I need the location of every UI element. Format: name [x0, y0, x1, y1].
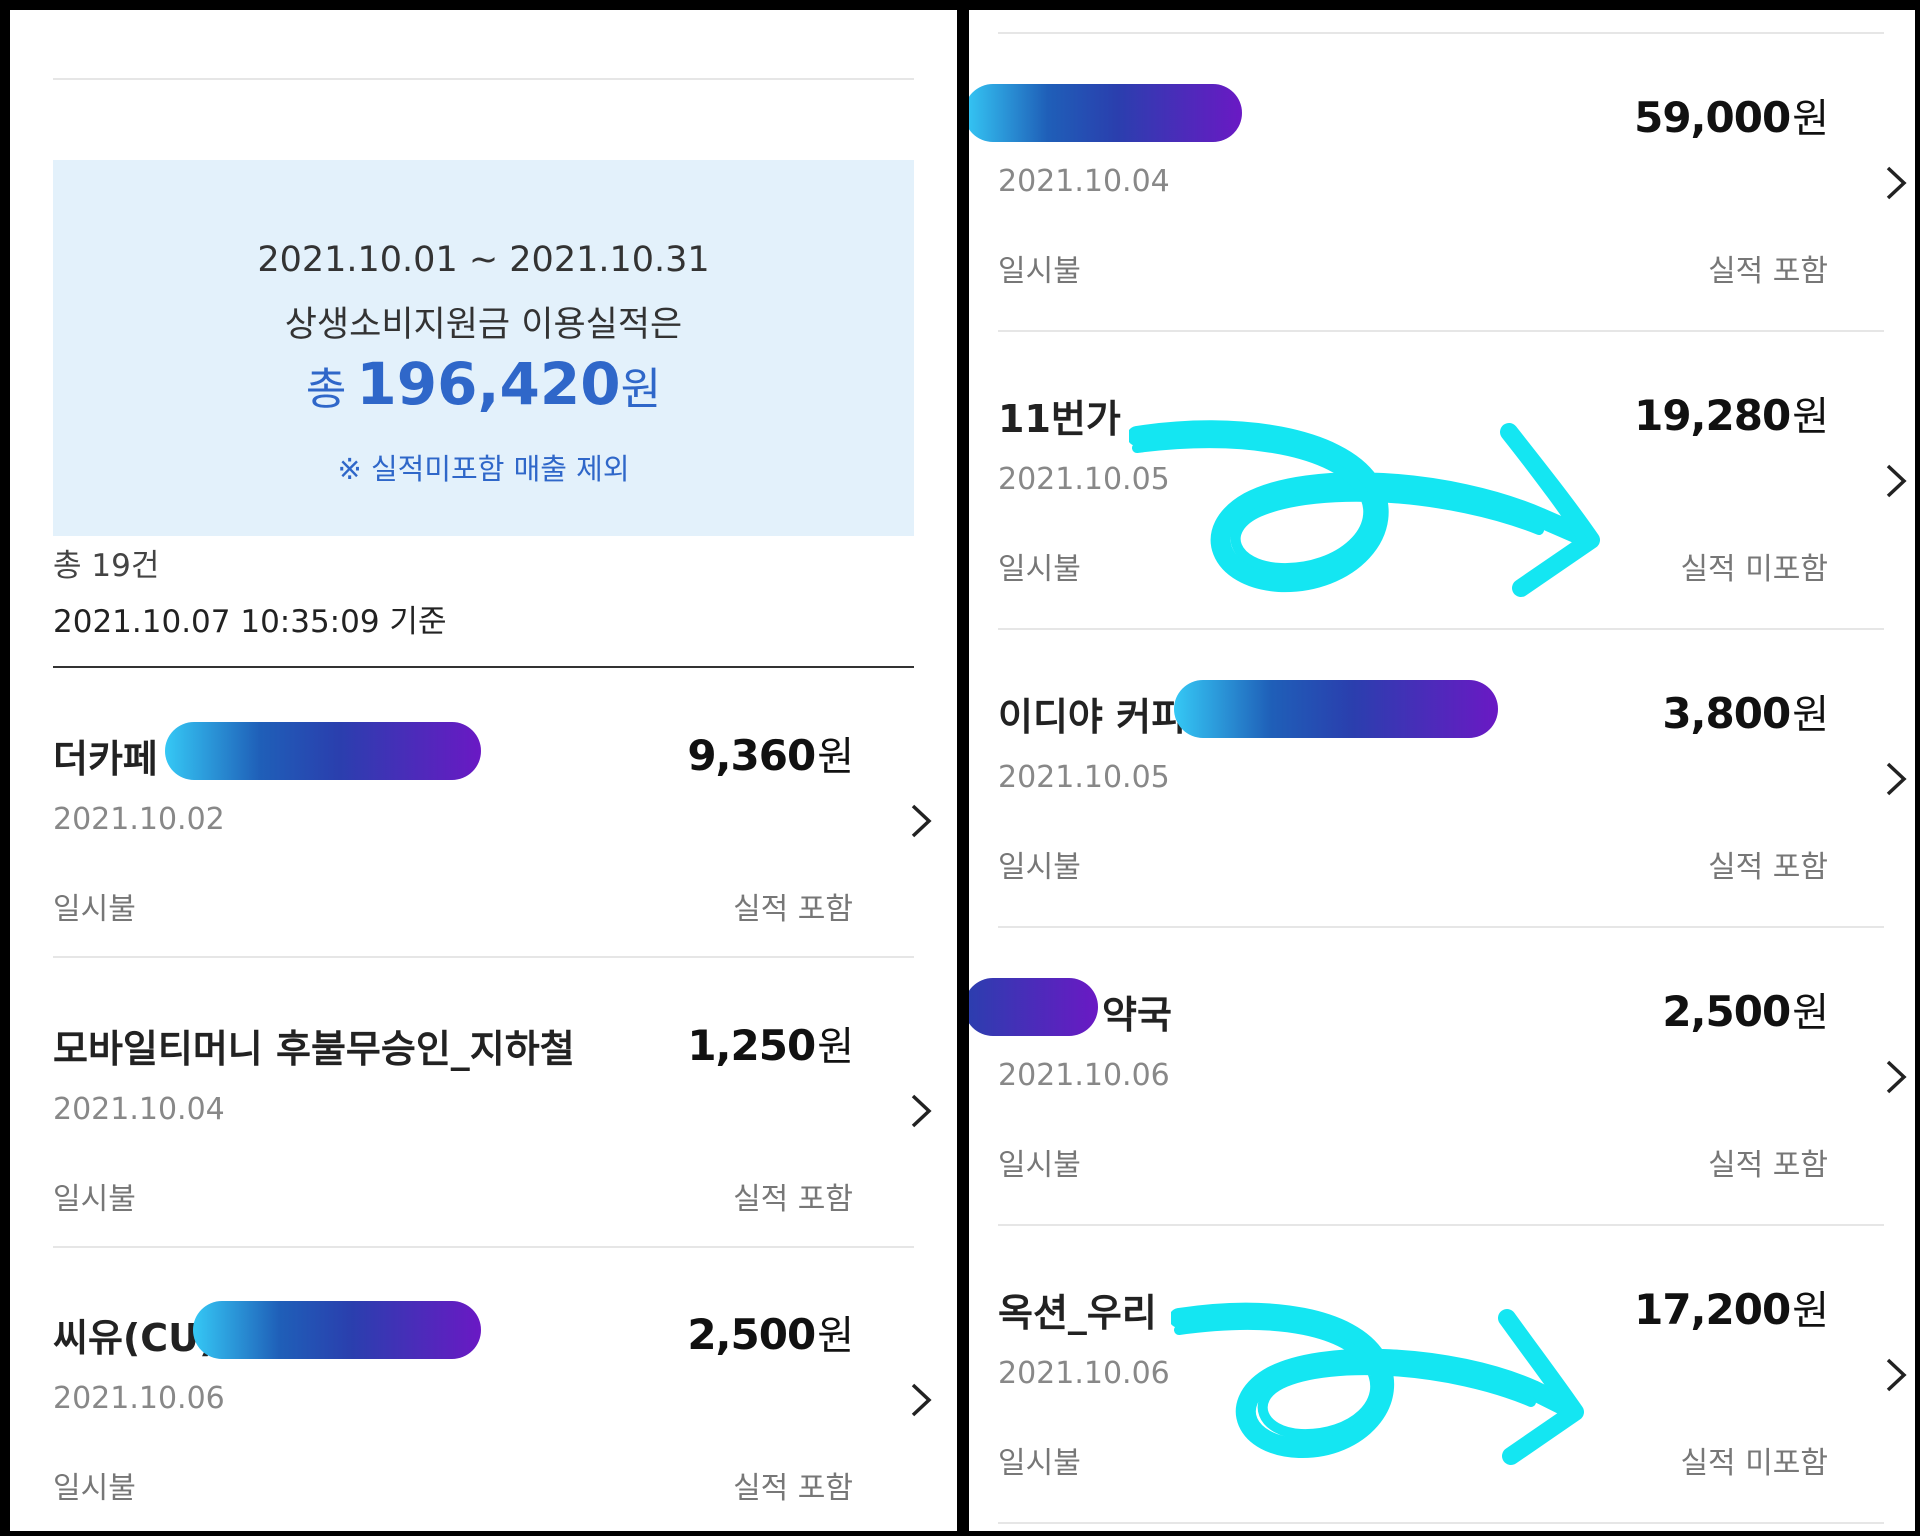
- merchant-name: 이디야 커피: [998, 695, 1187, 739]
- amount: 2,500원: [1428, 980, 1829, 1038]
- performance-status: 실적 포함: [1708, 254, 1828, 289]
- chevron-right-icon[interactable]: [1876, 460, 1915, 502]
- total-currency: 원: [620, 364, 662, 415]
- transaction-date: 2021.10.06: [998, 1356, 1170, 1391]
- merchant-name: 옥션_우리: [998, 1291, 1157, 1335]
- list-header-divider: [53, 666, 914, 668]
- merchant-name: 11번가: [998, 397, 1121, 441]
- amount-value: 59,000: [1634, 93, 1791, 142]
- amount-value: 3,800: [1662, 689, 1791, 738]
- transaction-date: 2021.10.06: [998, 1058, 1170, 1093]
- item-divider: [998, 926, 1884, 928]
- performance-status: 실적 미포함: [1680, 552, 1828, 587]
- amount-value: 2,500: [687, 1310, 816, 1359]
- transaction-item[interactable]: 옥션_우리 17,200원 2021.10.06 일시불 실적 미포함: [998, 1282, 1907, 1482]
- item-divider: [998, 1224, 1884, 1226]
- payment-type: 일시불: [998, 1148, 1081, 1183]
- amount: 17,200원: [1428, 1278, 1829, 1336]
- transaction-date: 2021.10.06: [53, 1381, 225, 1416]
- amount-value: 1,250: [687, 1021, 816, 1070]
- amount-currency: 원: [1792, 692, 1829, 738]
- amount-currency: 원: [817, 1313, 854, 1359]
- transaction-date: 2021.10.05: [998, 760, 1170, 795]
- amount: 2,500원: [453, 1303, 854, 1361]
- transaction-item[interactable]: 이디야 커피 3,800원 2021.10.05 일시불 실적 포함: [998, 680, 1907, 886]
- item-divider: [998, 330, 1884, 332]
- chevron-right-icon[interactable]: [1876, 162, 1915, 204]
- chevron-right-icon[interactable]: [1876, 1354, 1915, 1396]
- transaction-count: 총 19건: [53, 548, 160, 584]
- performance-status: 실적 포함: [733, 1182, 853, 1217]
- performance-status: 실적 포함: [1708, 850, 1828, 885]
- item-divider: [53, 956, 914, 958]
- transaction-date: 2021.10.05: [998, 462, 1170, 497]
- total-prefix: 총: [305, 364, 347, 415]
- summary-label: 상생소비지원금 이용실적은: [284, 305, 683, 345]
- amount: 59,000원: [1428, 86, 1829, 144]
- transaction-item[interactable]: 씨유(CU) 2,500원 2021.10.06 일시불 실적 포함: [53, 1301, 932, 1507]
- transaction-date: 2021.10.04: [998, 164, 1170, 199]
- payment-type: 일시불: [53, 1182, 136, 1217]
- transaction-item[interactable]: 59,000원 2021.10.04 일시불 실적 포함: [969, 84, 1907, 290]
- payment-type: 일시불: [998, 850, 1081, 885]
- redaction-bar: [969, 978, 1098, 1036]
- amount-currency: 원: [817, 1024, 854, 1070]
- top-divider: [998, 32, 1884, 34]
- performance-status: 실적 포함: [733, 1471, 853, 1506]
- amount-value: 9,360: [687, 731, 816, 780]
- summary-total: 총 196,420원: [53, 350, 914, 418]
- payment-type: 일시불: [53, 892, 136, 927]
- payment-type: 일시불: [998, 552, 1081, 587]
- summary-date-range: 2021.10.01 ~ 2021.10.31: [257, 240, 710, 280]
- summary-note: ※ 실적미포함 매출 제외: [337, 452, 630, 486]
- item-divider: [53, 1246, 914, 1248]
- transaction-date: 2021.10.02: [53, 802, 225, 837]
- summary-box: 2021.10.01 ~ 2021.10.31 상생소비지원금 이용실적은 총1…: [53, 160, 914, 536]
- chevron-right-icon[interactable]: [1876, 1056, 1915, 1098]
- transaction-item[interactable]: 더카페 9,360원 2021.10.02 일시불 실적 포함: [53, 722, 932, 928]
- redaction-bar: [969, 84, 1242, 142]
- performance-status: 실적 미포함: [1680, 1446, 1828, 1481]
- amount: 19,280원: [1428, 384, 1829, 442]
- amount-currency: 원: [817, 734, 854, 780]
- transaction-item[interactable]: 약국 2,500원 2021.10.06 일시불 실적 포함: [969, 978, 1907, 1184]
- right-screenshot-panel: 59,000원 2021.10.04 일시불 실적 포함 11번가 19,280…: [969, 10, 1915, 1531]
- transaction-item[interactable]: 11번가 19,280원 2021.10.05 일시불 실적 미포함: [998, 388, 1907, 588]
- left-screenshot-panel: 2021.10.01 ~ 2021.10.31 상생소비지원금 이용실적은 총1…: [10, 10, 957, 1531]
- transaction-item[interactable]: 모바일티머니 후불무승인_지하철 1,250원 2021.10.04 일시불 실…: [53, 1018, 932, 1218]
- performance-status: 실적 포함: [1708, 1148, 1828, 1183]
- chevron-right-icon[interactable]: [901, 1379, 943, 1421]
- transaction-date: 2021.10.04: [53, 1092, 225, 1127]
- payment-type: 일시불: [998, 1446, 1081, 1481]
- merchant-name: 약국: [1102, 993, 1172, 1037]
- amount-currency: 원: [1792, 990, 1829, 1036]
- amount: 9,360원: [453, 724, 854, 782]
- chevron-right-icon[interactable]: [1876, 758, 1915, 800]
- item-divider: [998, 1522, 1884, 1524]
- payment-type: 일시불: [53, 1471, 136, 1506]
- top-divider: [53, 78, 914, 80]
- amount-currency: 원: [1792, 394, 1829, 440]
- amount-currency: 원: [1792, 96, 1829, 142]
- amount-currency: 원: [1792, 1288, 1829, 1334]
- payment-type: 일시불: [998, 254, 1081, 289]
- amount-value: 17,200: [1634, 1285, 1791, 1334]
- performance-status: 실적 포함: [733, 892, 853, 927]
- total-amount: 196,420: [356, 350, 621, 418]
- merchant-name: 더카페: [53, 737, 158, 781]
- item-divider: [998, 628, 1884, 630]
- amount-value: 2,500: [1662, 987, 1791, 1036]
- amount: 1,250원: [453, 1014, 854, 1072]
- as-of-timestamp: 2021.10.07 10:35:09 기준: [53, 604, 447, 640]
- redaction-bar: [165, 722, 481, 780]
- merchant-name: 씨유(CU): [53, 1316, 217, 1360]
- chevron-right-icon[interactable]: [901, 1090, 943, 1132]
- chevron-right-icon[interactable]: [901, 800, 943, 842]
- amount-value: 19,280: [1634, 391, 1791, 440]
- redaction-bar: [193, 1301, 481, 1359]
- amount: 3,800원: [1428, 682, 1829, 740]
